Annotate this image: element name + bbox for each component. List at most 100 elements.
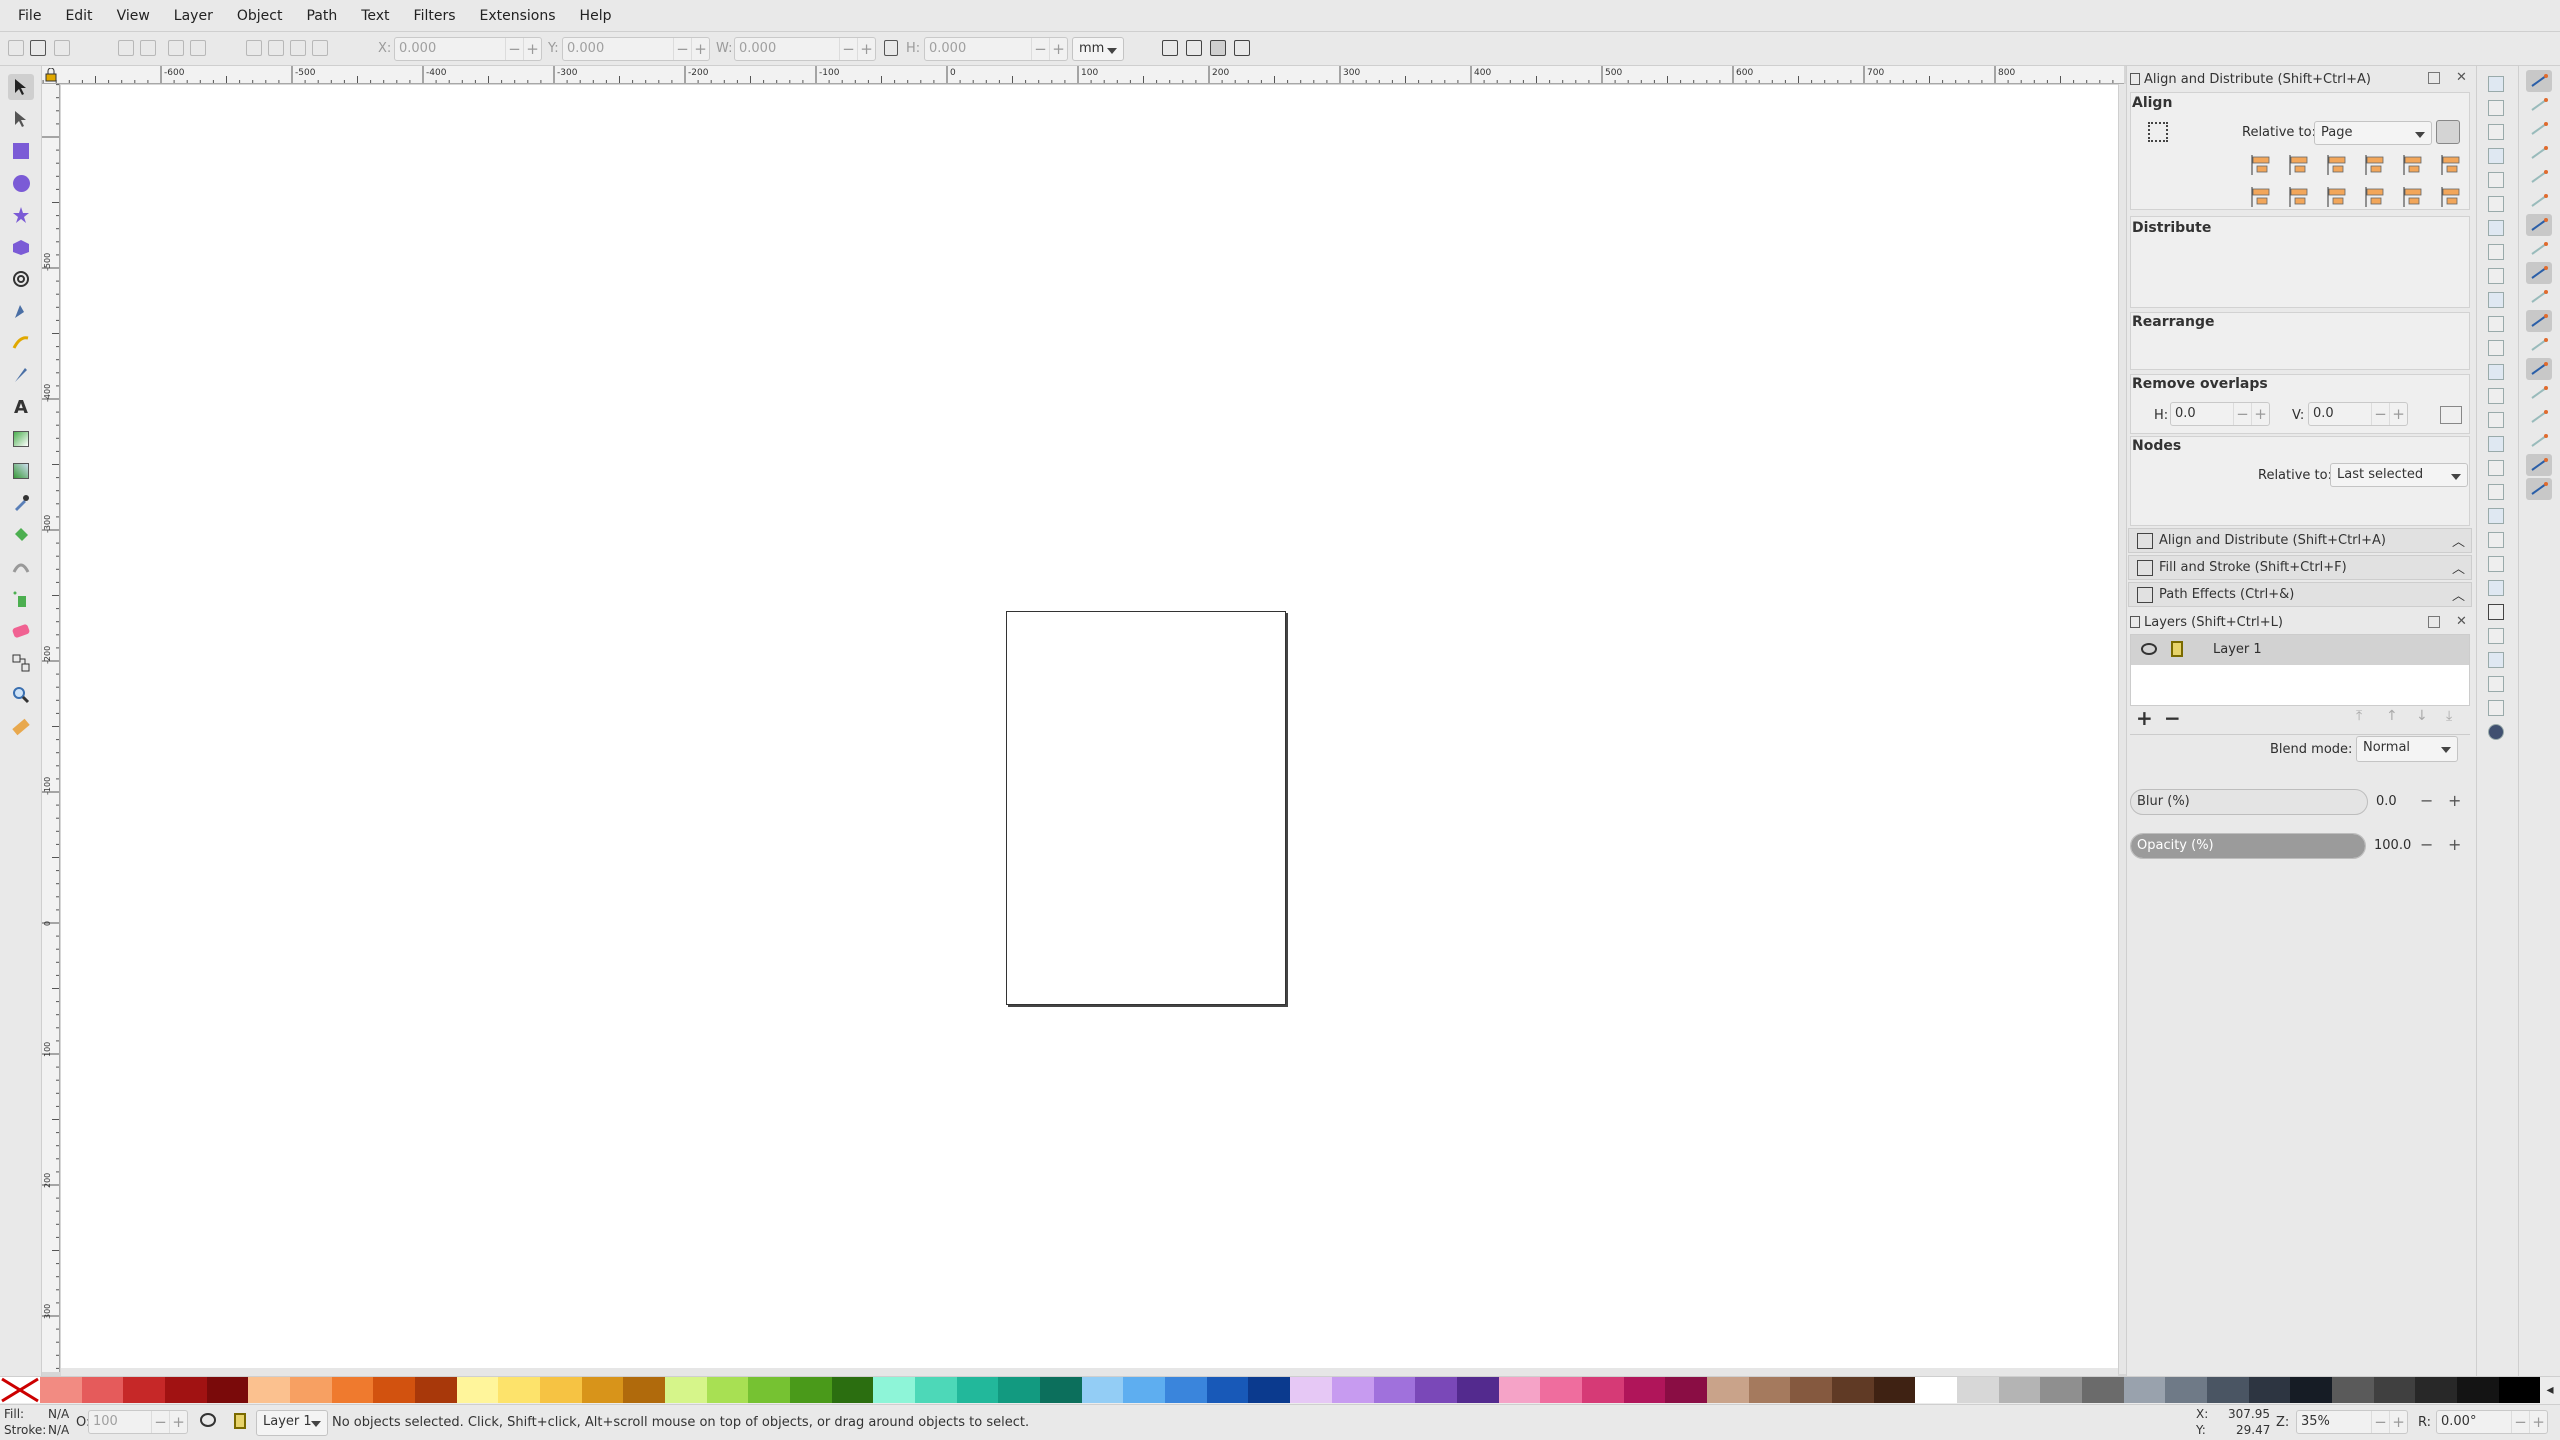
x-value[interactable]: 0.000 <box>395 38 505 60</box>
palette-menu-icon[interactable]: ◂ <box>2540 1377 2560 1403</box>
status-opacity-decrement-button[interactable]: − <box>151 1411 169 1433</box>
overlap-h-decrement-button[interactable]: − <box>2233 403 2251 425</box>
document-properties-icon[interactable] <box>2488 700 2504 716</box>
color-swatch[interactable] <box>1581 1377 1624 1403</box>
deselect-icon[interactable] <box>54 40 70 56</box>
snap-bbox-centers-icon[interactable] <box>2526 190 2552 212</box>
color-swatch[interactable] <box>2373 1377 2416 1403</box>
color-swatch[interactable] <box>1831 1377 1874 1403</box>
vertical-scrollbar[interactable] <box>2118 84 2126 1374</box>
status-opacity-spinbox[interactable]: 100 − + <box>88 1410 188 1434</box>
export-bitmap-icon[interactable] <box>2488 196 2504 212</box>
color-swatch[interactable] <box>706 1377 749 1403</box>
y-decrement-button[interactable]: − <box>673 38 691 60</box>
menu-view[interactable]: View <box>105 0 162 32</box>
color-swatch[interactable] <box>1623 1377 1666 1403</box>
color-swatch[interactable] <box>415 1377 457 1403</box>
print-icon[interactable] <box>2488 148 2504 164</box>
rotation-value[interactable]: 0.00° <box>2437 1411 2511 1433</box>
zoom-drawing-icon[interactable] <box>2488 364 2504 380</box>
overlap-v-increment-button[interactable]: + <box>2389 403 2407 425</box>
undo-icon[interactable] <box>2488 220 2504 236</box>
3d-box-tool[interactable] <box>8 234 34 260</box>
color-swatch[interactable] <box>1498 1377 1541 1403</box>
vertical-ruler[interactable]: -500 -400 -300 -200 -100 0 100 200 300 <box>42 84 60 1372</box>
group-icon[interactable] <box>2488 508 2504 524</box>
color-swatch[interactable] <box>1706 1377 1749 1403</box>
paint-bucket-tool[interactable] <box>8 522 34 548</box>
align-bottom-icon[interactable] <box>2364 186 2386 208</box>
select-all-icon[interactable] <box>8 40 24 56</box>
snap-bbox-corners-icon[interactable] <box>2526 142 2552 164</box>
color-swatch[interactable] <box>665 1377 707 1403</box>
text-font-icon[interactable] <box>2488 580 2504 596</box>
layer-raise-icon[interactable]: ↑ <box>2386 708 2398 724</box>
dropper-tool[interactable] <box>8 490 34 516</box>
color-swatch[interactable] <box>1290 1377 1332 1403</box>
w-spinbox[interactable]: 0.000 − + <box>734 37 876 61</box>
select-all-layers-icon[interactable] <box>30 40 46 56</box>
color-swatch[interactable] <box>1790 1377 1832 1403</box>
color-swatch[interactable] <box>1998 1377 2041 1403</box>
y-spinbox[interactable]: 0.000 − + <box>562 37 710 61</box>
color-swatch[interactable] <box>1873 1377 1916 1403</box>
color-swatch[interactable] <box>1915 1377 1957 1403</box>
color-swatch[interactable] <box>956 1377 999 1403</box>
connector-tool[interactable] <box>8 650 34 676</box>
w-decrement-button[interactable]: − <box>839 38 857 60</box>
color-swatch[interactable] <box>998 1377 1041 1403</box>
zoom-spinbox[interactable]: 35% − + <box>2296 1410 2408 1434</box>
zoom-value[interactable]: 35% <box>2297 1411 2371 1433</box>
blur-value[interactable]: 0.0 <box>2376 794 2397 809</box>
xml-editor-icon[interactable] <box>2488 628 2504 644</box>
rotate-increment-button[interactable]: + <box>2529 1411 2547 1433</box>
color-icon[interactable] <box>2488 724 2504 740</box>
color-swatch[interactable] <box>1956 1377 1999 1403</box>
nodes-relative-dropdown[interactable]: Last selected <box>2330 463 2468 487</box>
redo-icon[interactable] <box>2488 244 2504 260</box>
blur-decrement-button[interactable]: − <box>2420 791 2433 810</box>
color-swatch[interactable] <box>540 1377 582 1403</box>
raise-to-top-icon[interactable] <box>246 40 262 56</box>
h-value[interactable]: 0.000 <box>925 38 1031 60</box>
menu-extensions[interactable]: Extensions <box>468 0 568 32</box>
rotation-spinbox[interactable]: 0.00° − + <box>2436 1410 2548 1434</box>
overlap-h-spinbox[interactable]: 0.0 − + <box>2170 402 2270 426</box>
layers-detach-icon[interactable] <box>2428 616 2440 628</box>
move-as-group-icon[interactable] <box>2148 122 2168 142</box>
align-relative-dropdown[interactable]: Page <box>2314 121 2432 145</box>
color-swatch[interactable] <box>1748 1377 1791 1403</box>
color-swatch[interactable] <box>2456 1377 2499 1403</box>
eye-icon[interactable] <box>2141 643 2157 655</box>
snap-line-midpoints-icon[interactable] <box>2526 334 2552 356</box>
overlap-v-decrement-button[interactable]: − <box>2371 403 2389 425</box>
menu-file[interactable]: File <box>6 0 53 32</box>
blur-slider[interactable]: Blur (%) <box>2130 789 2368 815</box>
cut-icon[interactable] <box>2488 292 2504 308</box>
y-increment-button[interactable]: + <box>691 38 709 60</box>
panel-path-effects[interactable]: Path Effects (Ctrl+&) ︿ <box>2128 582 2472 607</box>
center-vertical-axis-icon[interactable] <box>2326 154 2348 176</box>
no-paint-swatch[interactable] <box>0 1377 40 1403</box>
rotate-decrement-button[interactable]: − <box>2511 1411 2529 1433</box>
menu-object[interactable]: Object <box>225 0 295 32</box>
gradient-tool[interactable] <box>8 426 34 452</box>
spiral-tool[interactable] <box>8 266 34 292</box>
zoom-out-button[interactable]: − <box>2371 1411 2389 1433</box>
lower-icon[interactable] <box>290 40 306 56</box>
snap-page-border-icon[interactable] <box>2526 430 2552 452</box>
mesh-tool[interactable] <box>8 458 34 484</box>
h-spinbox[interactable]: 0.000 − + <box>924 37 1068 61</box>
status-opacity-increment-button[interactable]: + <box>169 1411 187 1433</box>
star-tool[interactable] <box>8 202 34 228</box>
close-icon[interactable]: ✕ <box>2456 70 2467 85</box>
duplicate-icon[interactable] <box>2488 436 2504 452</box>
color-swatch[interactable] <box>1206 1377 1249 1403</box>
selector-tool[interactable] <box>8 74 34 100</box>
h-decrement-button[interactable]: − <box>1031 38 1049 60</box>
color-swatch[interactable] <box>1665 1377 1707 1403</box>
color-swatch[interactable] <box>2498 1377 2541 1403</box>
h-increment-button[interactable]: + <box>1049 38 1067 60</box>
color-swatch[interactable] <box>331 1377 374 1403</box>
color-swatch[interactable] <box>2248 1377 2291 1403</box>
